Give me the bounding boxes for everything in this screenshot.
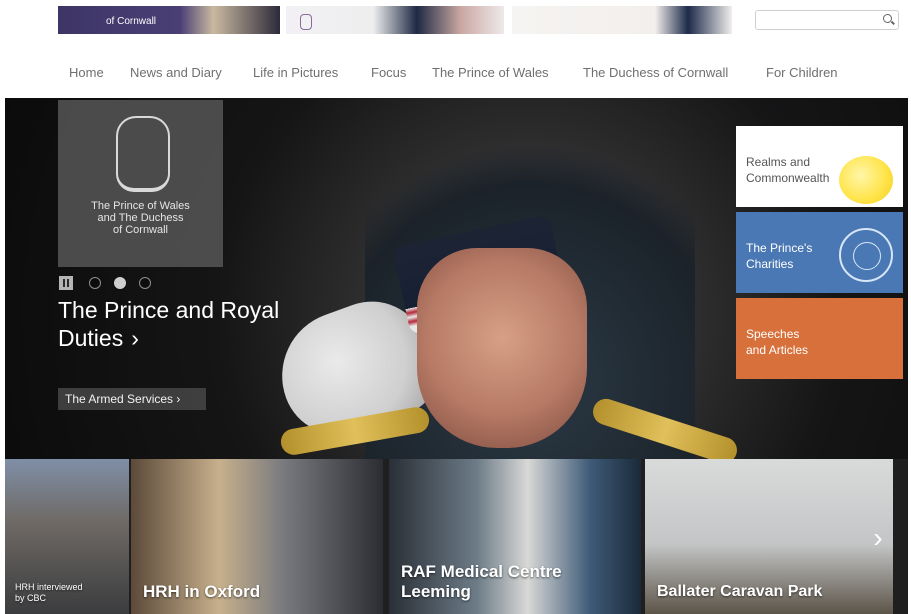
crest-icon — [300, 14, 312, 30]
nav-item-focus[interactable]: Focus — [371, 65, 406, 80]
lemon-icon — [839, 156, 893, 204]
top-thumbnail-duke-duchess[interactable] — [286, 6, 504, 34]
news-cards-strip: HRH interviewed by CBC HRH in Oxford RAF… — [5, 459, 908, 614]
realms-tile-label: Realms and Commonwealth — [746, 155, 830, 185]
top-strip: of Cornwall — [0, 0, 911, 40]
top-thumbnail-duchess[interactable]: of Cornwall — [58, 6, 280, 34]
search-icon[interactable] — [883, 14, 892, 23]
carousel-dot-3[interactable] — [139, 277, 151, 289]
carousel-dot-2[interactable] — [114, 277, 126, 289]
seal-icon — [839, 228, 893, 282]
chevron-right-icon: › — [131, 325, 139, 351]
prince-of-wales-emblem[interactable]: The Prince of Wales and The Duchess of C… — [58, 100, 223, 267]
news-card-caption: RAF Medical Centre Leeming — [401, 562, 562, 601]
nav-item-for-children[interactable]: For Children — [766, 65, 838, 80]
top-thumbnail-portrait[interactable] — [512, 6, 732, 34]
hero-title-line2-wrap: Duties › — [58, 324, 338, 352]
realms-and-commonwealth-tile[interactable]: Realms and Commonwealth — [736, 126, 903, 207]
nav-item-prince-of-wales[interactable]: The Prince of Wales — [432, 65, 549, 80]
emblem-text: The Prince of Wales and The Duchess of C… — [91, 200, 190, 236]
armed-services-button[interactable]: The Armed Services › — [58, 388, 206, 410]
search-input[interactable] — [760, 13, 874, 27]
charities-tile-label: The Prince's Charities — [746, 241, 813, 271]
feathers-emblem-icon — [116, 116, 170, 192]
main-navigation: Home News and Diary Life in Pictures Foc… — [0, 40, 911, 98]
news-card-ballater-caravan-park[interactable]: Ballater Caravan Park — [645, 459, 893, 614]
nav-item-news-and-diary[interactable]: News and Diary — [130, 65, 222, 80]
speeches-tile-label: Speeches and Articles — [746, 327, 809, 357]
hero-carousel[interactable]: The Prince of Wales and The Duchess of C… — [5, 98, 908, 459]
hero-title-line1: The Prince and Royal — [58, 297, 280, 323]
hero-title-line2: Duties — [58, 325, 124, 351]
news-card-hrh-in-oxford[interactable]: HRH in Oxford — [131, 459, 383, 614]
news-card-caption: Ballater Caravan Park — [657, 583, 823, 600]
carousel-dot-1[interactable] — [89, 277, 101, 289]
nav-item-duchess-of-cornwall[interactable]: The Duchess of Cornwall — [583, 65, 728, 80]
news-card-cbc-interview[interactable]: HRH interviewed by CBC — [5, 459, 129, 614]
hero-title[interactable]: The Prince and Royal Duties › — [58, 296, 338, 352]
news-card-caption: HRH in Oxford — [143, 582, 261, 601]
search-box[interactable] — [755, 10, 899, 30]
news-card-raf-medical-centre[interactable]: RAF Medical Centre Leeming — [389, 459, 641, 614]
next-arrow-icon[interactable]: › — [867, 523, 889, 553]
news-card-caption: HRH interviewed by CBC — [15, 582, 83, 603]
speeches-and-articles-tile[interactable]: Speeches and Articles — [736, 298, 903, 379]
pause-icon[interactable] — [59, 276, 73, 290]
hero-image-face — [417, 248, 587, 448]
nav-item-life-in-pictures[interactable]: Life in Pictures — [253, 65, 338, 80]
princes-charities-tile[interactable]: The Prince's Charities — [736, 212, 903, 293]
nav-item-home[interactable]: Home — [69, 65, 104, 80]
top-thumbnail-label: of Cornwall — [106, 16, 157, 27]
